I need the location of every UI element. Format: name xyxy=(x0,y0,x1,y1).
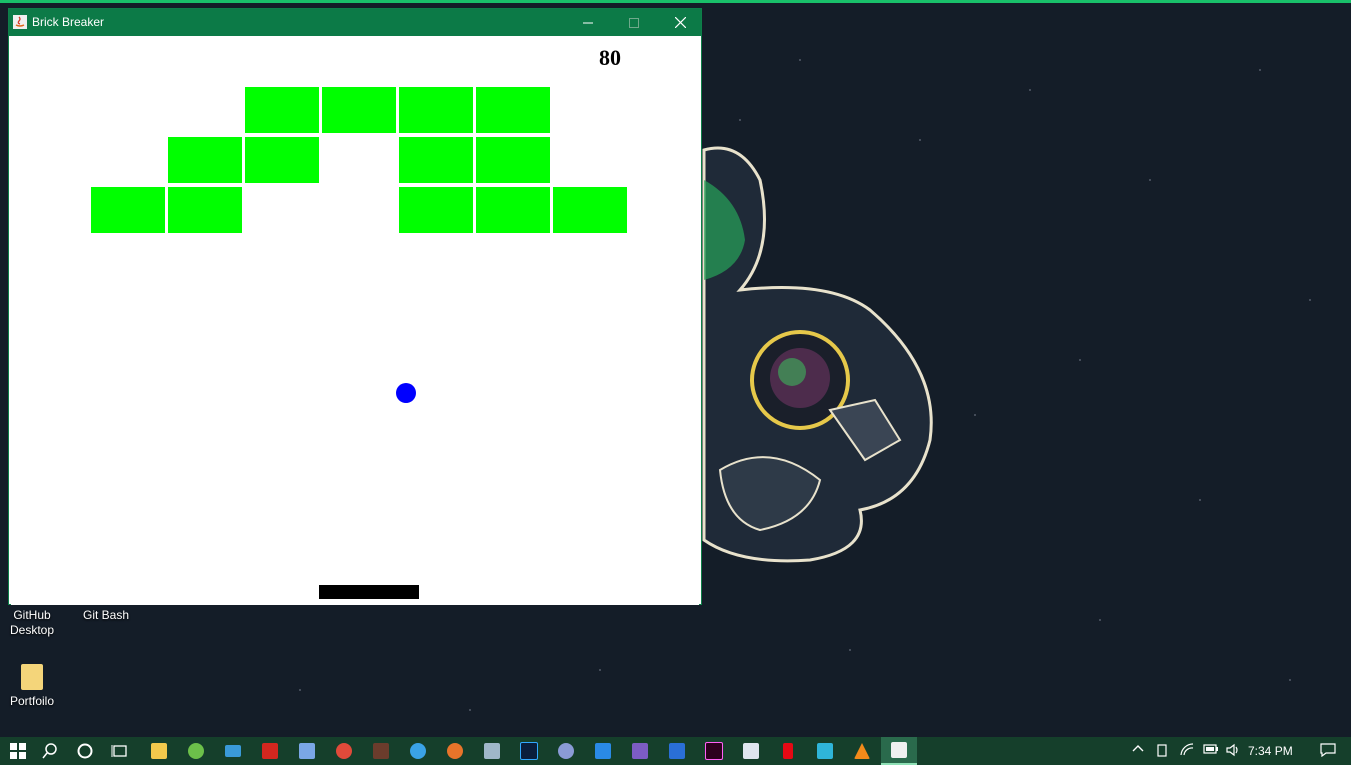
r-icon xyxy=(558,743,574,759)
folder-icon xyxy=(151,743,167,759)
taskbar-clock[interactable]: 7:34 PM xyxy=(1248,744,1293,758)
taskbar-app-r[interactable] xyxy=(548,737,584,765)
vscode-icon xyxy=(595,743,611,759)
taskbar-app-java[interactable] xyxy=(881,737,917,765)
wifi-status[interactable] xyxy=(1180,743,1194,760)
desktop-icon-label: GitHub Desktop xyxy=(9,608,55,637)
maximize-icon xyxy=(629,17,639,28)
acrobat-icon xyxy=(262,743,278,759)
brick xyxy=(91,187,165,233)
github-icon xyxy=(632,743,648,759)
minimize-button[interactable] xyxy=(565,9,611,36)
taskbar-app-virtualbox[interactable] xyxy=(289,737,325,765)
taskbar-app-chrome[interactable] xyxy=(326,737,362,765)
remote-desktop-icon xyxy=(484,743,500,759)
brick xyxy=(553,187,627,233)
taskbar-app-game[interactable] xyxy=(363,737,399,765)
taskbar-app-ubuntu[interactable] xyxy=(437,737,473,765)
java-app-icon xyxy=(13,15,27,29)
taskbar-app-utorrent[interactable] xyxy=(178,737,214,765)
taskbar-app-remote-desktop[interactable] xyxy=(474,737,510,765)
taskbar-app-vlc[interactable] xyxy=(844,737,880,765)
taskbar-app-file-explorer[interactable] xyxy=(141,737,177,765)
taskbar-app-photoshop[interactable] xyxy=(511,737,547,765)
brick xyxy=(168,137,242,183)
volume-icon xyxy=(1226,743,1238,757)
brick xyxy=(168,187,242,233)
minimize-icon xyxy=(583,22,593,23)
close-icon xyxy=(674,17,686,28)
taskbar-app-vscode[interactable] xyxy=(585,737,621,765)
desktop-icon-portfoilo[interactable]: Portfoilo xyxy=(0,664,64,709)
volume-status[interactable] xyxy=(1226,743,1242,760)
action-center-button[interactable] xyxy=(1320,743,1336,760)
brick xyxy=(245,137,319,183)
browser-icon xyxy=(410,743,426,759)
game-canvas[interactable]: 80 xyxy=(11,37,699,605)
cortana-icon xyxy=(77,743,93,759)
paddle[interactable] xyxy=(319,585,419,599)
wallpaper-astronaut xyxy=(702,146,933,563)
desktop-icon-label: Portfoilo xyxy=(9,694,55,708)
desktop-top-border xyxy=(0,0,1351,3)
show-hidden-icons[interactable] xyxy=(1132,743,1144,758)
java-icon xyxy=(891,742,907,758)
brick xyxy=(399,137,473,183)
brick xyxy=(399,187,473,233)
task-view-icon xyxy=(111,745,127,757)
brick xyxy=(476,137,550,183)
task-view-button[interactable] xyxy=(102,737,138,765)
brick xyxy=(322,87,396,133)
taskbar-app-github[interactable] xyxy=(622,737,658,765)
store-icon xyxy=(743,743,759,759)
virtualbox-icon xyxy=(299,743,315,759)
windows-icon xyxy=(10,743,26,759)
desktop-icon-label: Git Bash xyxy=(82,608,130,622)
game-window[interactable]: Brick Breaker 80 xyxy=(8,8,702,605)
close-button[interactable] xyxy=(657,9,703,36)
folder-icon xyxy=(21,664,43,690)
mail-icon xyxy=(225,745,241,757)
battery-icon xyxy=(1203,744,1218,754)
photoshop-icon xyxy=(520,742,538,760)
ubuntu-icon xyxy=(447,743,463,759)
battery-status[interactable] xyxy=(1203,743,1219,758)
taskbar-app-store[interactable] xyxy=(733,737,769,765)
vlc-icon xyxy=(854,743,870,759)
taskbar-app-xd[interactable] xyxy=(696,737,732,765)
sourcetree-icon xyxy=(669,743,685,759)
taskbar-app-browser[interactable] xyxy=(400,737,436,765)
phone-link-icon xyxy=(1157,744,1167,757)
taskbar-app-sourcetree[interactable] xyxy=(659,737,695,765)
brick xyxy=(399,87,473,133)
score-display: 80 xyxy=(599,45,621,70)
search-button[interactable] xyxy=(32,737,68,765)
wifi-icon xyxy=(1180,743,1194,756)
vpn-icon xyxy=(817,743,833,759)
taskbar-app-acrobat[interactable] xyxy=(252,737,288,765)
window-title: Brick Breaker xyxy=(32,15,105,29)
game-app-icon xyxy=(373,743,389,759)
taskbar-app-netflix[interactable] xyxy=(770,737,806,765)
chrome-icon xyxy=(336,743,352,759)
start-button[interactable] xyxy=(0,737,36,765)
device-icon[interactable] xyxy=(1156,743,1170,760)
brick xyxy=(476,87,550,133)
chevron-up-icon xyxy=(1132,745,1144,752)
notification-icon xyxy=(1320,743,1336,758)
cortana-button[interactable] xyxy=(67,737,103,765)
window-titlebar[interactable]: Brick Breaker xyxy=(9,9,701,36)
brick xyxy=(476,187,550,233)
taskbar: 7:34 PM xyxy=(0,737,1351,765)
adobe-xd-icon xyxy=(705,742,723,760)
taskbar-app-vpn[interactable] xyxy=(807,737,843,765)
search-icon xyxy=(42,743,57,759)
maximize-button[interactable] xyxy=(611,9,657,36)
utorrent-icon xyxy=(188,743,204,759)
netflix-icon xyxy=(783,743,793,759)
taskbar-app-mail[interactable] xyxy=(215,737,251,765)
brick xyxy=(245,87,319,133)
ball xyxy=(396,383,416,403)
